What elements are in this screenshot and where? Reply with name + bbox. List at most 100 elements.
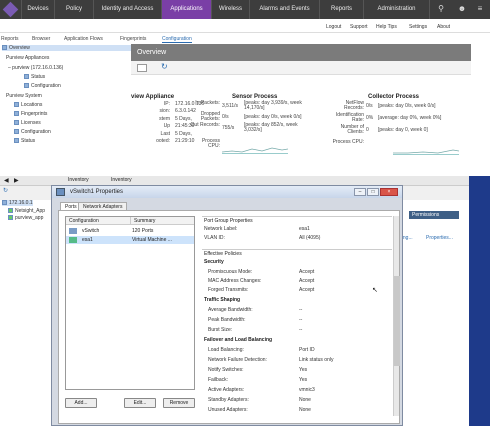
- search-icon[interactable]: ⚲: [435, 3, 447, 15]
- tree-item-fingerprints[interactable]: Fingerprints: [14, 111, 47, 117]
- tree-item-host[interactable]: – purview (172.16.0.136): [8, 65, 63, 71]
- tab-browser[interactable]: Browser: [32, 36, 50, 42]
- tree-item-appliances[interactable]: Purview Appliances: [6, 55, 49, 61]
- appliance-key: Up: [163, 123, 170, 129]
- tree-host[interactable]: 172.16.0.1: [2, 200, 33, 206]
- dialog-body: Configuration Summary vSwitch 120 Ports …: [58, 210, 400, 424]
- nav-administration[interactable]: Administration: [364, 0, 430, 19]
- nav-policy[interactable]: Policy: [55, 0, 94, 19]
- port-list: Configuration Summary vSwitch 120 Ports …: [65, 216, 195, 390]
- sensor-cpu-sparkline: [221, 140, 289, 154]
- support-link[interactable]: Support: [350, 24, 368, 30]
- breadcrumb-2[interactable]: Inventory: [111, 177, 132, 183]
- network-label-key: Network Label:: [204, 226, 238, 232]
- list-item[interactable]: esa1 Virtual Machine ...: [66, 236, 194, 244]
- tree-item-licenses[interactable]: Licenses: [14, 120, 41, 126]
- overview-header: Overview: [131, 44, 471, 61]
- appliance-key: IP:: [163, 101, 170, 107]
- nav-wireless[interactable]: Wireless: [212, 0, 250, 19]
- tree-item-configuration[interactable]: Configuration: [24, 83, 61, 89]
- column-header-configuration[interactable]: Configuration: [66, 217, 130, 225]
- policy-key: Load Balancing:: [208, 347, 244, 353]
- tab-configuration[interactable]: Configuration: [162, 36, 192, 43]
- policy-value: Yes: [299, 377, 308, 383]
- nav-applications[interactable]: Applications: [162, 0, 212, 19]
- policy-value: Link status only: [299, 357, 334, 363]
- tree-item-status[interactable]: Status: [24, 74, 45, 80]
- sys-config-icon: [14, 129, 19, 135]
- tree-item-sys-configuration[interactable]: Configuration: [14, 129, 51, 135]
- nav-devices[interactable]: Devices: [22, 0, 55, 19]
- breadcrumb[interactable]: Inventory: [68, 177, 89, 183]
- overview-toolbar: ↻: [131, 61, 471, 75]
- user-icon[interactable]: ☻: [456, 3, 468, 15]
- nav-reports[interactable]: Reports: [320, 0, 364, 19]
- tree-vm[interactable]: purview_app: [8, 215, 43, 221]
- refresh-tree-icon[interactable]: ↻: [3, 187, 8, 194]
- tree-item-sys-status[interactable]: Status: [14, 138, 35, 144]
- column-header-summary[interactable]: Summary: [130, 217, 194, 225]
- vswitch-properties-dialog: vSwitch1 Properties – □ × Ports Network …: [51, 185, 403, 426]
- policy-value: --: [299, 317, 303, 323]
- sensor-key: Dropped Packets:: [200, 111, 220, 122]
- menu-icon[interactable]: ≡: [474, 3, 486, 15]
- tree-item-locations[interactable]: Locations: [14, 102, 42, 108]
- nav-alarms-and-events[interactable]: Alarms and Events: [250, 0, 320, 19]
- tree-vm[interactable]: Netsight_App: [8, 208, 45, 214]
- tab-fingerprints[interactable]: Fingerprints: [120, 36, 146, 42]
- collector-peaks: [peaks: day 0, week 0]: [378, 127, 428, 133]
- scrollbar-thumb[interactable]: [394, 276, 400, 366]
- add-button[interactable]: Add...: [65, 398, 97, 408]
- sensor-key: Out Records:: [190, 122, 220, 128]
- properties-scrollbar[interactable]: [393, 216, 400, 416]
- vswitch-icon: [56, 188, 65, 196]
- sys-status-icon: [14, 138, 19, 144]
- sensor-peaks: [peaks: day 0/s, week 0/s]: [244, 114, 302, 120]
- policy-value: --: [299, 307, 303, 313]
- failover-heading: Failover and Load Balancing: [204, 337, 273, 343]
- desktop-background: [469, 176, 490, 426]
- app-logo[interactable]: [0, 0, 22, 19]
- tree-item-overview[interactable]: Overview: [2, 45, 132, 51]
- locations-icon: [14, 102, 19, 108]
- forward-icon[interactable]: ▶: [14, 177, 19, 184]
- logout-link[interactable]: Logout: [326, 24, 341, 30]
- status-icon: [24, 74, 29, 80]
- tab-permissions[interactable]: Permissions: [409, 211, 459, 219]
- config-icon: [24, 83, 29, 89]
- back-icon[interactable]: ◀: [4, 177, 9, 184]
- help-tips-link[interactable]: Help Tips: [376, 24, 397, 30]
- network-label-value: esa1: [299, 226, 310, 232]
- remove-button[interactable]: Remove: [163, 398, 195, 408]
- nav-identity-and-access[interactable]: Identity and Access: [94, 0, 162, 19]
- policy-key: Failback:: [208, 377, 229, 383]
- sensor-value: 3,511/s: [222, 103, 239, 109]
- list-item[interactable]: vSwitch 120 Ports: [66, 227, 194, 235]
- policy-key: Promiscuous Mode:: [208, 269, 253, 275]
- collector-value: 0: [366, 127, 369, 133]
- collector-key: NetFlow Records:: [343, 100, 364, 111]
- maximize-button[interactable]: □: [367, 188, 379, 196]
- tab-application-flows[interactable]: Application Flows: [64, 36, 103, 42]
- switch-icon: [69, 228, 77, 234]
- appliance-value: 5 Days,: [175, 131, 192, 137]
- tab-reports[interactable]: Reports: [1, 36, 19, 42]
- settings-link[interactable]: Settings: [409, 24, 427, 30]
- policy-value: vmnic3: [299, 387, 315, 393]
- close-button[interactable]: ×: [380, 188, 398, 196]
- edit-button[interactable]: Edit...: [124, 398, 156, 408]
- security-heading: Security: [204, 259, 224, 265]
- collector-key: Number of Clients:: [340, 124, 364, 135]
- refresh-icon[interactable]: ↻: [161, 62, 168, 71]
- minimize-button[interactable]: –: [354, 188, 366, 196]
- properties-link[interactable]: Properties...: [426, 235, 453, 241]
- sensor-peaks: [peaks: day 3,939/s, week 14,170/s]: [244, 100, 302, 111]
- tree-item-system[interactable]: Purview System: [6, 93, 42, 99]
- vlan-id-key: VLAN ID:: [204, 235, 225, 241]
- view-menu-icon[interactable]: [137, 64, 147, 72]
- collector-value: 0%: [366, 115, 374, 121]
- sensor-key: Process CPU:: [201, 138, 220, 149]
- about-link[interactable]: About: [437, 24, 450, 30]
- collector-value: 0/s: [366, 103, 373, 109]
- appliance-title: view Appliance: [131, 94, 175, 100]
